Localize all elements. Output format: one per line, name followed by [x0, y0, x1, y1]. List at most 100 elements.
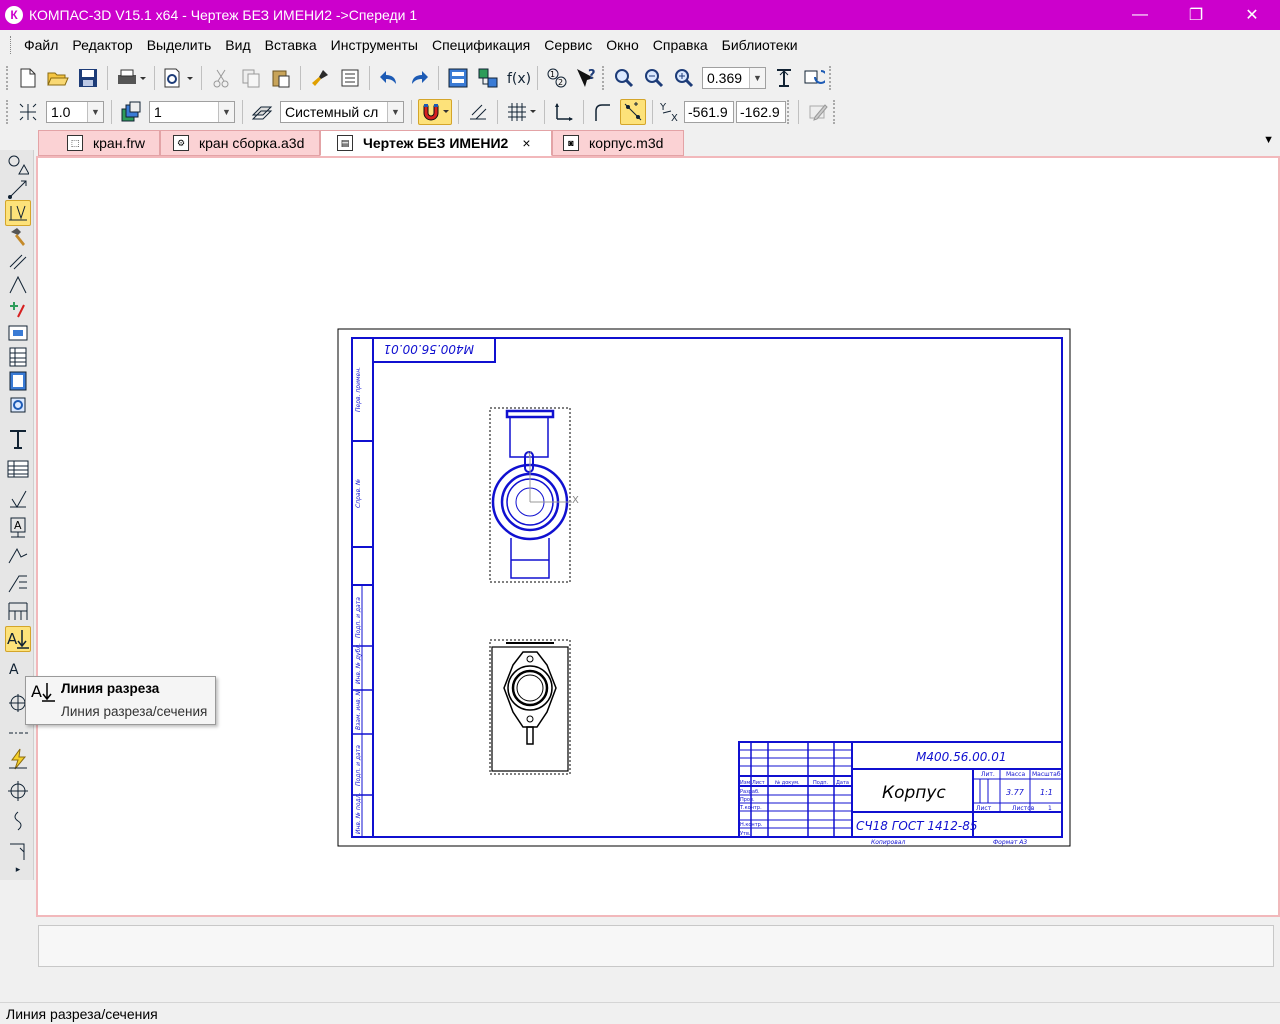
magnet-snap-button[interactable]: [418, 99, 452, 125]
edit-disabled-icon[interactable]: [805, 99, 831, 125]
hammer-icon[interactable]: [5, 224, 31, 250]
view-style-icon[interactable]: [249, 99, 275, 125]
chevron-down-icon[interactable]: ▼: [218, 102, 234, 122]
print-icon[interactable]: [114, 65, 148, 91]
edit-points-icon[interactable]: [5, 176, 31, 202]
text-icon[interactable]: [5, 426, 31, 452]
tab-label: кран.frw: [93, 135, 145, 151]
dimensions-icon[interactable]: [5, 200, 31, 226]
associative-view-icon[interactable]: [5, 320, 31, 346]
menu-help[interactable]: Справка: [646, 37, 715, 53]
menu-select[interactable]: Выделить: [140, 37, 219, 53]
reports-icon[interactable]: [5, 368, 31, 394]
help-pointer-icon[interactable]: ?: [574, 65, 600, 91]
drawing-canvas[interactable]: Перв. примен. Справ. № Подп. и дата Инв.…: [36, 156, 1280, 917]
wave-line-icon[interactable]: [5, 808, 31, 834]
tab-kran-frw[interactable]: ⬚ кран.frw: [38, 130, 160, 156]
spec-icon[interactable]: [5, 344, 31, 370]
parametrization-icon[interactable]: [5, 296, 31, 322]
toolbar-separator: [497, 100, 498, 124]
toolbar-separator: [458, 100, 459, 124]
target-icon[interactable]: [5, 778, 31, 804]
zoom-window-icon[interactable]: [611, 65, 637, 91]
tree-icon[interactable]: [475, 65, 501, 91]
toolbar-grip[interactable]: [829, 66, 833, 90]
menu-tools[interactable]: Инструменты: [324, 37, 425, 53]
menu-edit[interactable]: Редактор: [65, 37, 139, 53]
break-line-icon[interactable]: [5, 838, 31, 864]
orthogonal-icon[interactable]: [465, 99, 491, 125]
chevron-down-icon[interactable]: ▼: [387, 102, 403, 122]
zoom-combo[interactable]: 0.369 ▼: [702, 67, 766, 89]
menu-service[interactable]: Сервис: [537, 37, 599, 53]
format-brush-icon[interactable]: [307, 65, 333, 91]
tolerance-icon[interactable]: [5, 570, 31, 596]
toolbar-grip[interactable]: [833, 100, 837, 124]
zoom-in-icon[interactable]: [671, 65, 697, 91]
save-icon[interactable]: [75, 65, 101, 91]
chevron-down-icon[interactable]: ▼: [749, 68, 765, 88]
variables-icon[interactable]: f(x): [505, 65, 531, 91]
step-combo[interactable]: 1.0 ▼: [46, 101, 104, 123]
tab-kran-sborka[interactable]: ⚙ кран сборка.a3d: [160, 130, 320, 156]
axis-y-label: Y: [526, 450, 532, 459]
insert-icon[interactable]: [5, 392, 31, 418]
refresh-icon[interactable]: [801, 65, 827, 91]
menu-grip[interactable]: [10, 36, 13, 54]
frame-icon[interactable]: [5, 598, 31, 624]
close-tab-icon[interactable]: ×: [522, 135, 530, 151]
snap-step-icon[interactable]: [15, 99, 41, 125]
cut-icon[interactable]: [208, 65, 234, 91]
undo-icon[interactable]: [376, 65, 402, 91]
snap-points-button[interactable]: [620, 99, 646, 125]
pan-icon[interactable]: [771, 65, 797, 91]
angle-icon[interactable]: [5, 272, 31, 298]
parallel-lines-icon[interactable]: [5, 248, 31, 274]
toolbar-separator: [369, 66, 370, 90]
leader-icon[interactable]: A: [5, 514, 31, 540]
menu-specification[interactable]: Спецификация: [425, 37, 537, 53]
lightning-icon[interactable]: [5, 746, 31, 772]
section-line-icon[interactable]: A: [5, 626, 31, 652]
menu-file[interactable]: Файл: [17, 37, 65, 53]
zoom-previous-icon[interactable]: [641, 65, 667, 91]
layers-icon[interactable]: [118, 99, 144, 125]
open-icon[interactable]: [45, 65, 71, 91]
layer-combo[interactable]: 1 ▼: [149, 101, 235, 123]
toolbar-grip[interactable]: [787, 100, 791, 124]
toolbar-grip[interactable]: [6, 100, 10, 124]
paste-icon[interactable]: [268, 65, 294, 91]
minimize-button[interactable]: —: [1112, 0, 1168, 30]
chevron-down-icon[interactable]: ▼: [87, 102, 103, 122]
new-icon[interactable]: [15, 65, 41, 91]
tabs-dropdown-icon[interactable]: ▼: [1263, 134, 1274, 146]
grid-icon[interactable]: [504, 99, 538, 125]
coord-x-field[interactable]: -561.9: [684, 101, 734, 123]
round-icon[interactable]: [590, 99, 616, 125]
menu-libraries[interactable]: Библиотеки: [715, 37, 805, 53]
tab-drawing-active[interactable]: ▤ Чертеж БЕЗ ИМЕНИ2 ×: [320, 130, 552, 156]
properties-icon[interactable]: [337, 65, 363, 91]
manager-icon[interactable]: [445, 65, 471, 91]
coord-y-field[interactable]: -162.9: [736, 101, 786, 123]
copy-icon[interactable]: [238, 65, 264, 91]
toolbar-grip[interactable]: [602, 66, 606, 90]
local-cs-icon[interactable]: [551, 99, 577, 125]
toolbar-separator: [537, 66, 538, 90]
redo-icon[interactable]: [406, 65, 432, 91]
table-icon[interactable]: [5, 456, 31, 482]
close-button[interactable]: ✕: [1224, 0, 1280, 30]
geometry-icon[interactable]: [5, 152, 31, 178]
measure-icon[interactable]: 12: [544, 65, 570, 91]
tab-korpus-m3d[interactable]: ◙ корпус.m3d: [552, 130, 684, 156]
maximize-button[interactable]: ❐: [1168, 0, 1224, 30]
menu-view[interactable]: Вид: [218, 37, 257, 53]
roughness-icon[interactable]: [5, 486, 31, 512]
expand-panel-icon[interactable]: ▸: [5, 862, 31, 876]
toolbar-grip[interactable]: [6, 66, 10, 90]
menu-window[interactable]: Окно: [599, 37, 646, 53]
base-icon[interactable]: [5, 542, 31, 568]
style-combo[interactable]: Системный сл ▼: [280, 101, 404, 123]
preview-icon[interactable]: [161, 65, 195, 91]
menu-insert[interactable]: Вставка: [258, 37, 324, 53]
